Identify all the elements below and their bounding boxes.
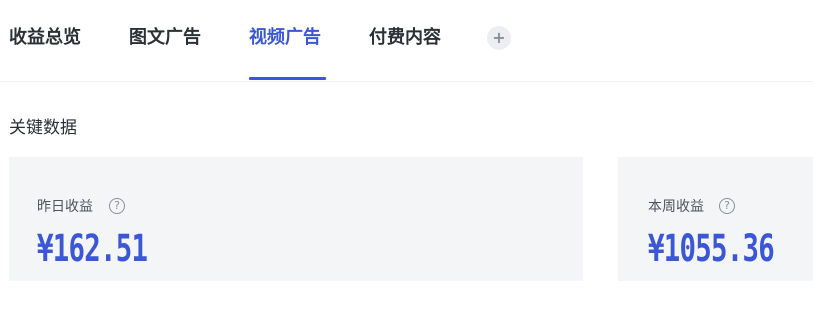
add-tab-button[interactable]: + [487, 26, 511, 50]
active-tab-indicator [249, 77, 326, 80]
section-title: 关键数据 [9, 118, 77, 138]
revenue-page: 收益总览 图文广告 视频广告 付费内容 + 关键数据 昨日收益 ? ¥162.5… [0, 0, 813, 312]
tab-bar: 收益总览 图文广告 视频广告 付费内容 + [0, 0, 813, 82]
card-label: 本周收益 [648, 199, 704, 215]
tab-revenue-overview[interactable]: 收益总览 [9, 26, 81, 50]
help-icon[interactable]: ? [719, 198, 735, 214]
yesterday-revenue-card: 昨日收益 ? ¥162.51 [9, 157, 583, 281]
tab-image-text-ads[interactable]: 图文广告 [129, 26, 201, 50]
tab-video-ads[interactable]: 视频广告 [249, 26, 321, 50]
tab-paid-content[interactable]: 付费内容 [369, 26, 441, 50]
card-value: ¥1055.36 [648, 227, 775, 270]
card-value: ¥162.51 [37, 227, 148, 270]
card-label: 昨日收益 [37, 199, 93, 215]
this-week-revenue-card: 本周收益 ? ¥1055.36 [618, 157, 813, 281]
help-icon[interactable]: ? [109, 198, 125, 214]
